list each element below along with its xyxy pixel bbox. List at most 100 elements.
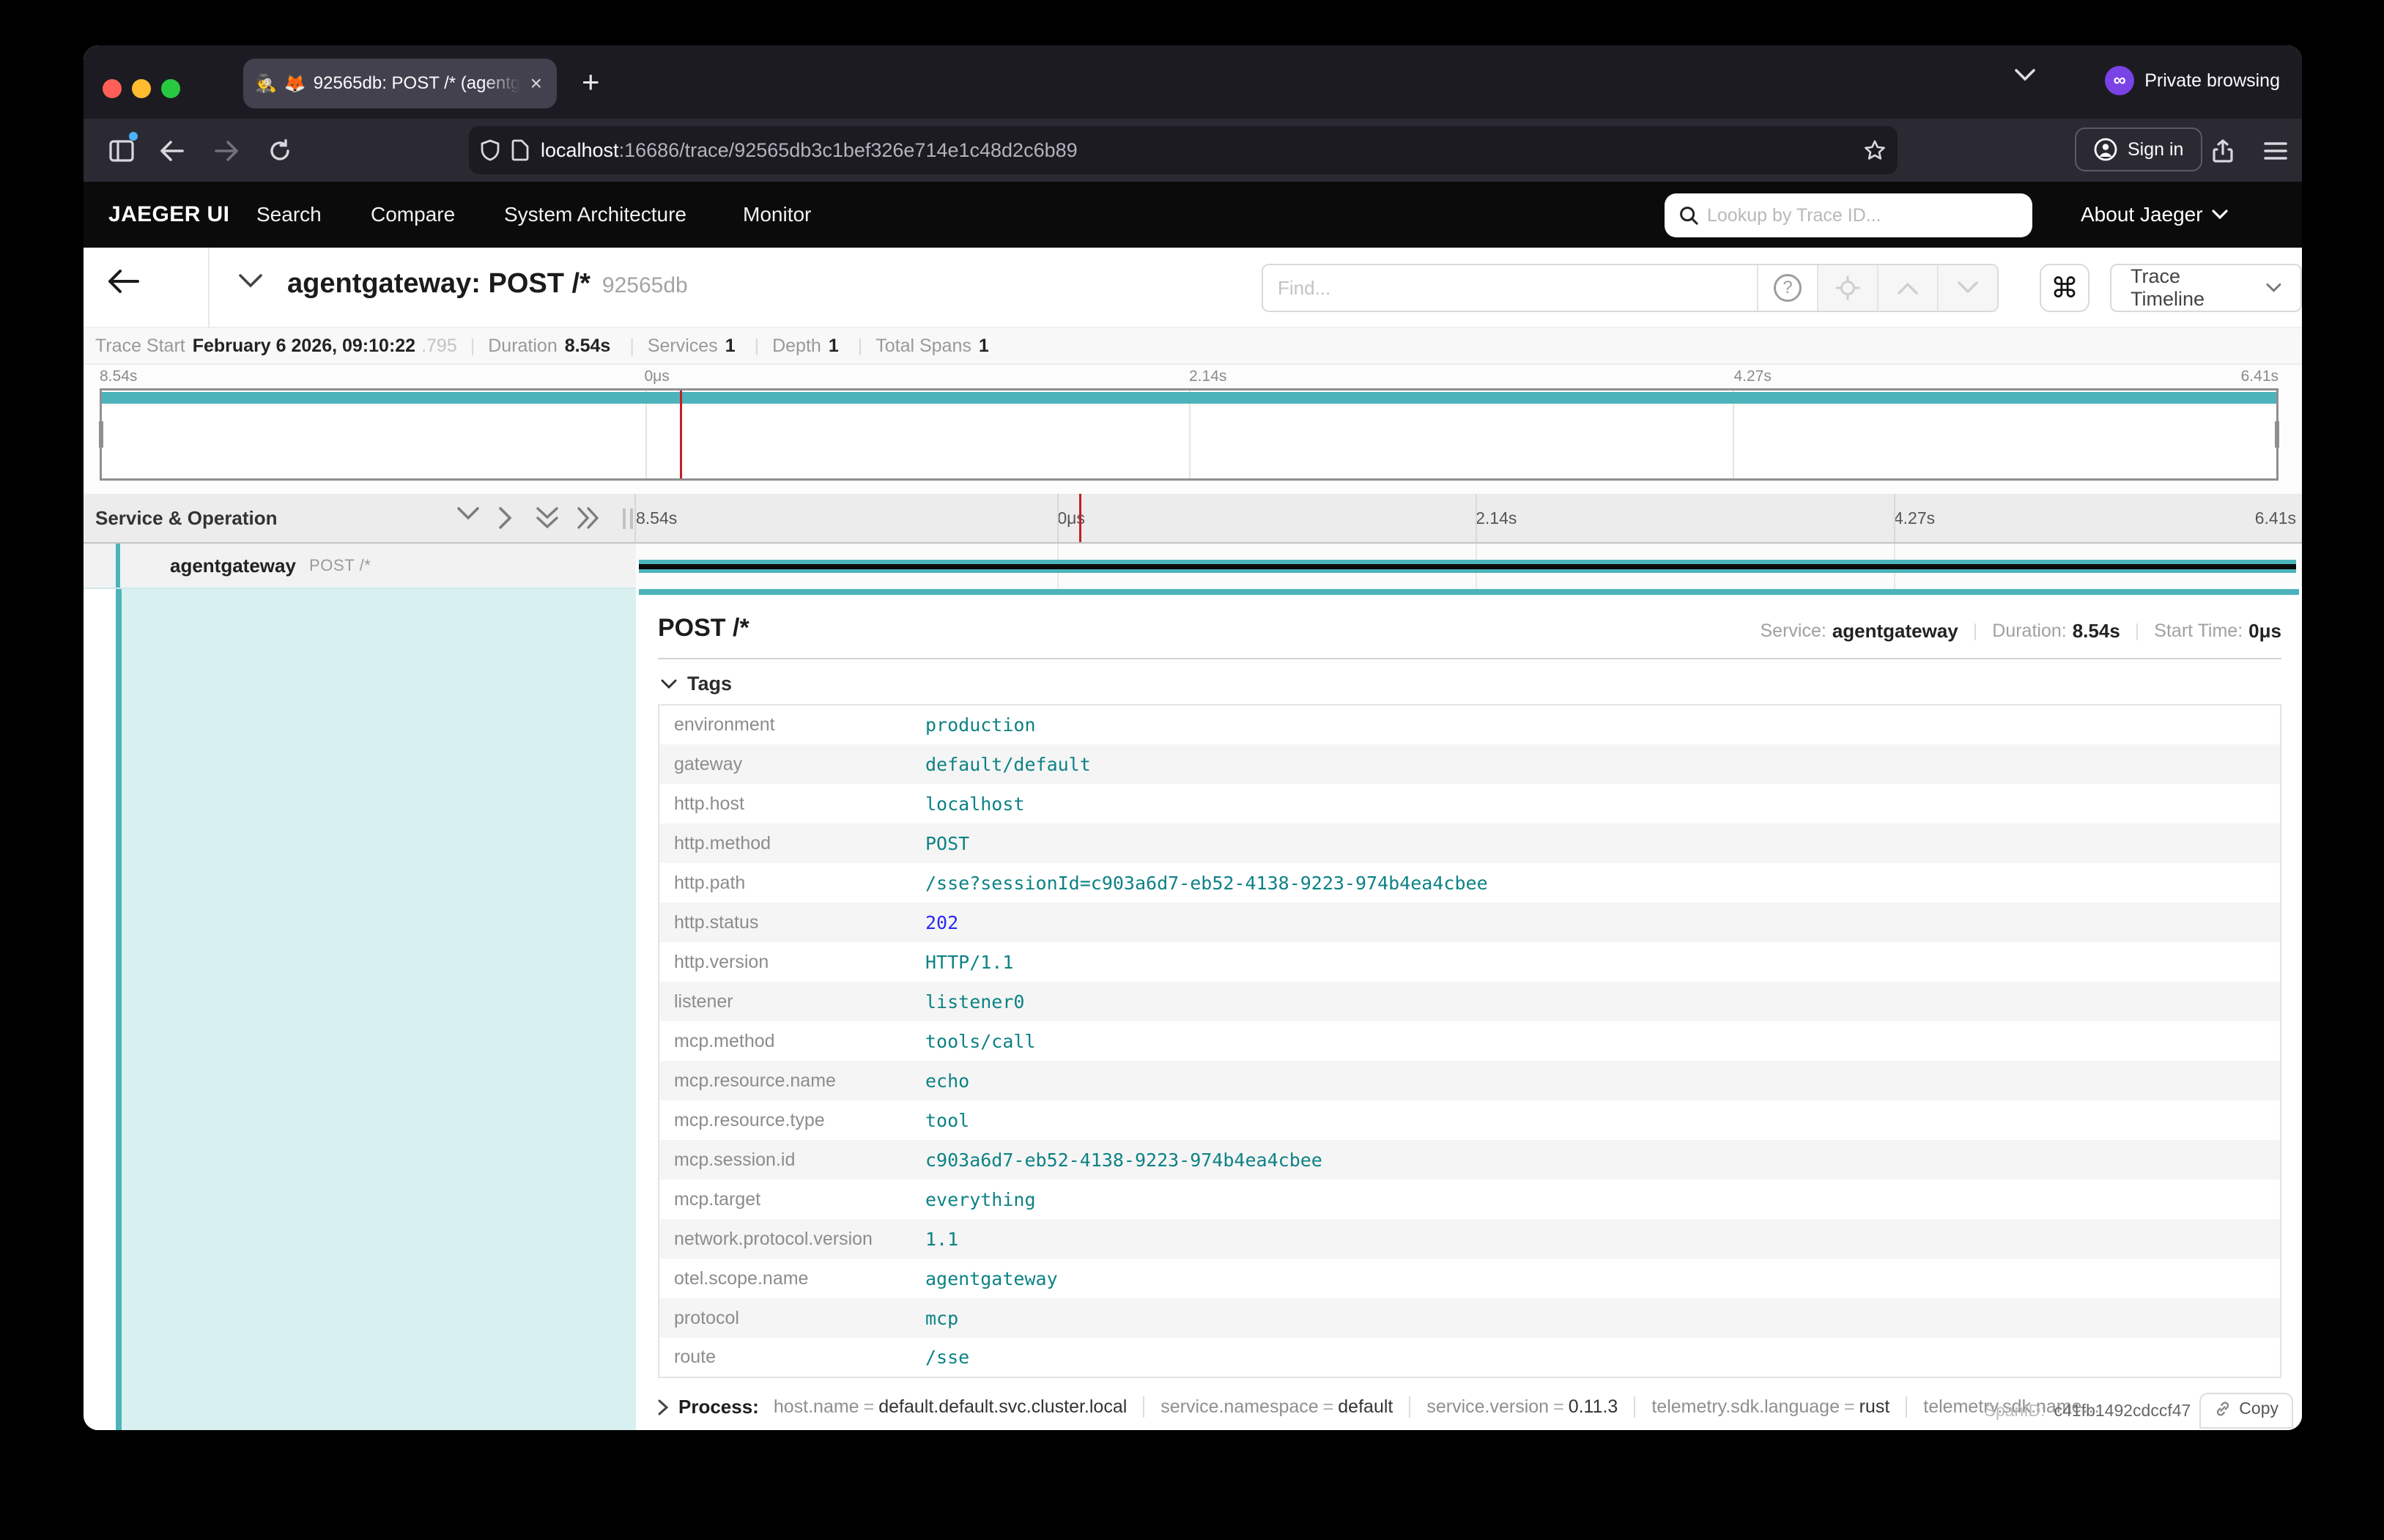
fox-emoji-icon: 🦊 [284,73,306,95]
nav-item-compare[interactable]: Compare [371,203,455,226]
tag-row[interactable]: otel.scope.name agentgateway [659,1259,2281,1298]
stat-separator: | [858,336,863,357]
tag-row[interactable]: protocol mcp [659,1298,2281,1338]
span-table-header: Service & Operation 0μs2.14s4.27s [84,494,2302,544]
browser-tab[interactable]: 🕵️ 🦊 92565db: POST /* (agentgat × [243,59,557,108]
focus-match-button[interactable] [1817,265,1877,311]
find-input[interactable] [1278,277,1742,300]
chevron-up-icon [1898,281,1918,295]
span-detail-header: POST /* Service:agentgateway | Duration:… [658,595,2281,659]
copy-span-id-button[interactable]: Copy [2199,1393,2293,1429]
trace-view-select[interactable]: Trace Timeline [2110,264,2302,312]
span-name-cell[interactable]: agentgateway POST /* [84,544,636,589]
tag-value: /sse [911,1338,2281,1377]
span-detail-panel: POST /* Service:agentgateway | Duration:… [636,595,2302,1430]
keyboard-shortcuts-button[interactable]: ⌘ [2040,264,2089,312]
prev-match-button[interactable] [1877,265,1937,311]
tag-row[interactable]: gateway default/default [659,744,2281,784]
window-minimize-button[interactable] [132,79,151,98]
url-bar[interactable]: localhost:16686/trace/92565db3c1bef326e7… [469,126,1898,174]
minimap-right-handle[interactable] [2275,421,2279,448]
tag-row[interactable]: listener listener0 [659,982,2281,1021]
next-match-button[interactable] [1937,265,1997,311]
minimap-left-handle[interactable] [99,421,103,448]
shield-icon[interactable] [481,139,500,161]
sidebar-toggle-icon[interactable] [101,130,142,171]
back-button-icon[interactable] [151,130,192,171]
span-row[interactable]: agentgateway POST /* [84,544,2302,589]
tags-section-toggle[interactable]: Tags [661,673,2281,695]
column-resize-handle[interactable] [623,508,633,529]
find-help-button[interactable]: ? [1757,265,1817,311]
list-tabs-chevron-icon[interactable] [2015,69,2035,82]
jaeger-favicon-icon: 🕵️ [255,73,277,95]
start-time-label: Start Time: [2154,621,2243,642]
tag-key: route [659,1338,911,1377]
expand-one-double-chevron-right-icon[interactable] [577,507,599,529]
tag-key: otel.scope.name [659,1259,911,1298]
tag-row[interactable]: http.host localhost [659,784,2281,823]
process-item: service.version=0.11.3 [1409,1396,1634,1418]
tag-row[interactable]: http.method POST [659,823,2281,863]
span-timeline-cell[interactable] [636,544,2302,589]
meta-separator: | [1973,621,1978,642]
tag-row[interactable]: mcp.resource.name echo [659,1061,2281,1100]
tag-key: mcp.session.id [659,1140,911,1180]
duration-label: Duration: [1992,621,2066,642]
tag-value: /sse?sessionId=c903a6d7-eb52-4138-9223-9… [911,863,2281,903]
sign-in-label: Sign in [2128,139,2183,160]
minimap-tick: 2.14s [1189,368,1226,385]
sign-in-button[interactable]: Sign in [2075,127,2202,171]
url-host: localhost [541,139,619,161]
tag-row[interactable]: mcp.resource.type tool [659,1100,2281,1140]
tag-row[interactable]: route /sse [659,1338,2281,1377]
duration-value: 8.54s [565,336,611,357]
span-id-label: SpanID: [1984,1401,2045,1421]
tag-row[interactable]: http.status 202 [659,903,2281,942]
nav-item-system-architecture[interactable]: System Architecture [504,203,686,226]
hamburger-menu-icon[interactable] [2255,130,2296,171]
window-zoom-button[interactable] [161,79,180,98]
minimap-tick: 6.41s [2241,368,2279,385]
expand-all-double-chevron-down-icon[interactable] [536,507,558,529]
forward-button-icon[interactable] [207,130,248,171]
nav-item-search[interactable]: Search [256,203,322,226]
tag-row[interactable]: mcp.method tools/call [659,1021,2281,1061]
span-detail-accent-bar [639,589,2299,595]
tab-close-icon[interactable]: × [527,72,545,95]
tag-row[interactable]: http.version HTTP/1.1 [659,942,2281,982]
tag-key: mcp.target [659,1180,911,1219]
tag-row[interactable]: environment production [659,705,2281,744]
start-time-value: 0μs [2248,620,2281,643]
nav-item-monitor[interactable]: Monitor [743,203,811,226]
collapse-trace-chevron-icon[interactable] [239,274,262,289]
minimap-tick: 8.54s [100,368,137,385]
tag-row[interactable]: http.path /sse?sessionId=c903a6d7-eb52-4… [659,863,2281,903]
trace-id-lookup-input[interactable] [1707,205,2018,226]
chevron-right-icon [658,1399,668,1415]
page-info-icon[interactable] [511,139,529,161]
span-service-name: agentgateway [170,555,296,577]
reload-button-icon[interactable] [259,130,300,171]
tag-key: mcp.resource.type [659,1100,911,1140]
new-tab-button[interactable]: + [582,63,600,101]
tag-row[interactable]: mcp.session.id c903a6d7-eb52-4138-9223-9… [659,1140,2281,1180]
collapse-one-chevron-right-icon[interactable] [498,507,513,529]
process-item: service.namespace=default [1143,1396,1409,1418]
back-to-search-icon[interactable] [107,268,139,295]
window-close-button[interactable] [103,79,122,98]
minimap-canvas[interactable] [100,388,2279,481]
collapse-all-chevron-down-icon[interactable] [457,507,479,522]
tag-key: listener [659,982,911,1021]
bookmark-star-icon[interactable] [1864,139,1886,161]
tag-value: tools/call [911,1021,2281,1061]
trace-id-lookup[interactable] [1665,193,2032,237]
span-bar-critical-path [639,564,2296,569]
jaeger-brand[interactable]: JAEGER UI [108,202,229,227]
span-duration-bar[interactable] [639,560,2296,573]
about-jaeger-menu[interactable]: About Jaeger [2081,203,2228,226]
tag-row[interactable]: mcp.target everything [659,1180,2281,1219]
share-icon[interactable] [2202,130,2243,171]
tag-row[interactable]: network.protocol.version 1.1 [659,1219,2281,1259]
url-text[interactable]: localhost:16686/trace/92565db3c1bef326e7… [541,139,1852,162]
